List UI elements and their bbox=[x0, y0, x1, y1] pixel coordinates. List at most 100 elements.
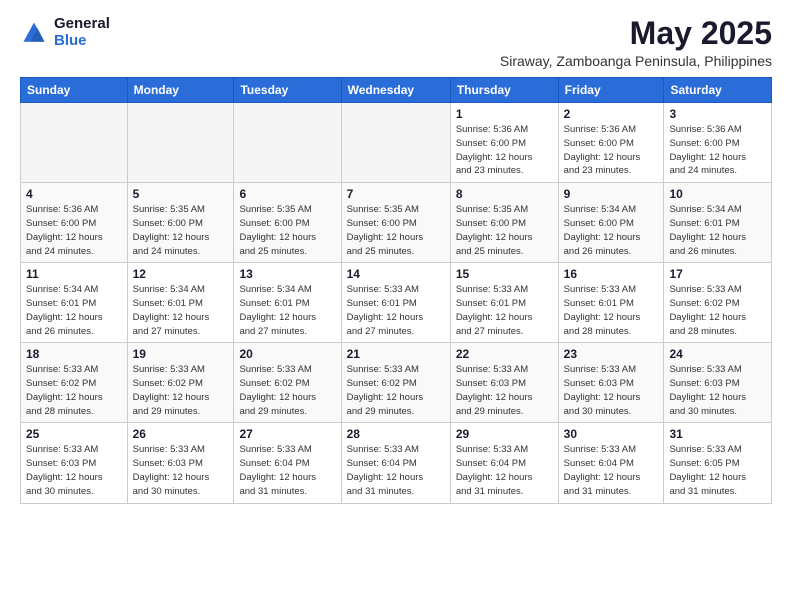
calendar-cell: 7 Sunrise: 5:35 AM Sunset: 6:00 PM Daylig… bbox=[341, 183, 450, 263]
day-info: Sunrise: 5:35 AM Sunset: 6:00 PM Dayligh… bbox=[347, 203, 445, 258]
day-number: 10 bbox=[669, 187, 766, 201]
day-number: 28 bbox=[347, 427, 445, 441]
calendar-cell: 26 Sunrise: 5:33 AM Sunset: 6:03 PM Dayli… bbox=[127, 423, 234, 503]
day-info: Sunrise: 5:33 AM Sunset: 6:03 PM Dayligh… bbox=[26, 443, 122, 498]
calendar: Sunday Monday Tuesday Wednesday Thursday… bbox=[20, 77, 772, 503]
day-number: 17 bbox=[669, 267, 766, 281]
day-info: Sunrise: 5:34 AM Sunset: 6:00 PM Dayligh… bbox=[564, 203, 659, 258]
day-number: 16 bbox=[564, 267, 659, 281]
calendar-week-5: 25Sunrise: 5:33 AM Sunset: 6:03 PM Dayli… bbox=[21, 423, 772, 503]
day-number: 22 bbox=[456, 347, 553, 361]
logo-blue-label: Blue bbox=[54, 33, 110, 50]
col-wednesday: Wednesday bbox=[341, 78, 450, 103]
day-info: Sunrise: 5:36 AM Sunset: 6:00 PM Dayligh… bbox=[456, 123, 553, 178]
day-number: 11 bbox=[26, 267, 122, 281]
day-info: Sunrise: 5:33 AM Sunset: 6:02 PM Dayligh… bbox=[669, 283, 766, 338]
day-info: Sunrise: 5:33 AM Sunset: 6:04 PM Dayligh… bbox=[456, 443, 553, 498]
day-info: Sunrise: 5:34 AM Sunset: 6:01 PM Dayligh… bbox=[669, 203, 766, 258]
calendar-cell: 2 Sunrise: 5:36 AM Sunset: 6:00 PM Daylig… bbox=[558, 103, 664, 183]
day-number: 30 bbox=[564, 427, 659, 441]
day-info: Sunrise: 5:33 AM Sunset: 6:04 PM Dayligh… bbox=[239, 443, 335, 498]
calendar-cell: 18 Sunrise: 5:33 AM Sunset: 6:02 PM Dayli… bbox=[21, 343, 128, 423]
day-number: 15 bbox=[456, 267, 553, 281]
day-number: 26 bbox=[133, 427, 229, 441]
calendar-cell: 31 Sunrise: 5:33 AM Sunset: 6:05 PM Dayli… bbox=[664, 423, 772, 503]
logo-general-label: General bbox=[54, 16, 110, 33]
day-info: Sunrise: 5:36 AM Sunset: 6:00 PM Dayligh… bbox=[26, 203, 122, 258]
calendar-cell: 20Sunrise: 5:33 AM Sunset: 6:02 PM Dayli… bbox=[234, 343, 341, 423]
title-block: May 2025 Siraway, Zamboanga Peninsula, P… bbox=[500, 16, 772, 69]
day-number: 14 bbox=[347, 267, 445, 281]
calendar-cell: 11 Sunrise: 5:34 AM Sunset: 6:01 PM Dayli… bbox=[21, 263, 128, 343]
day-info: Sunrise: 5:33 AM Sunset: 6:04 PM Dayligh… bbox=[564, 443, 659, 498]
day-number: 1 bbox=[456, 107, 553, 121]
calendar-week-4: 18 Sunrise: 5:33 AM Sunset: 6:02 PM Dayli… bbox=[21, 343, 772, 423]
col-tuesday: Tuesday bbox=[234, 78, 341, 103]
day-number: 21 bbox=[347, 347, 445, 361]
col-monday: Monday bbox=[127, 78, 234, 103]
day-info: Sunrise: 5:34 AM Sunset: 6:01 PM Dayligh… bbox=[239, 283, 335, 338]
calendar-cell: 9 Sunrise: 5:34 AM Sunset: 6:00 PM Daylig… bbox=[558, 183, 664, 263]
day-info: Sunrise: 5:33 AM Sunset: 6:03 PM Dayligh… bbox=[564, 363, 659, 418]
day-number: 5 bbox=[133, 187, 229, 201]
day-info: Sunrise: 5:35 AM Sunset: 6:00 PM Dayligh… bbox=[239, 203, 335, 258]
calendar-cell: 8Sunrise: 5:35 AM Sunset: 6:00 PM Daylig… bbox=[450, 183, 558, 263]
day-info: Sunrise: 5:33 AM Sunset: 6:03 PM Dayligh… bbox=[669, 363, 766, 418]
calendar-cell: 12 Sunrise: 5:34 AM Sunset: 6:01 PM Dayli… bbox=[127, 263, 234, 343]
main-title: May 2025 bbox=[500, 16, 772, 51]
calendar-week-1: 1 Sunrise: 5:36 AM Sunset: 6:00 PM Daylig… bbox=[21, 103, 772, 183]
logo: General Blue bbox=[20, 16, 110, 49]
day-number: 20 bbox=[239, 347, 335, 361]
day-info: Sunrise: 5:33 AM Sunset: 6:03 PM Dayligh… bbox=[133, 443, 229, 498]
calendar-cell: 24 Sunrise: 5:33 AM Sunset: 6:03 PM Dayli… bbox=[664, 343, 772, 423]
day-info: Sunrise: 5:33 AM Sunset: 6:03 PM Dayligh… bbox=[456, 363, 553, 418]
day-number: 6 bbox=[239, 187, 335, 201]
day-number: 23 bbox=[564, 347, 659, 361]
calendar-cell: 28 Sunrise: 5:33 AM Sunset: 6:04 PM Dayli… bbox=[341, 423, 450, 503]
day-number: 9 bbox=[564, 187, 659, 201]
calendar-cell: 29Sunrise: 5:33 AM Sunset: 6:04 PM Dayli… bbox=[450, 423, 558, 503]
header: General Blue May 2025 Siraway, Zamboanga… bbox=[20, 16, 772, 69]
day-info: Sunrise: 5:33 AM Sunset: 6:01 PM Dayligh… bbox=[564, 283, 659, 338]
calendar-cell bbox=[21, 103, 128, 183]
day-number: 24 bbox=[669, 347, 766, 361]
page: General Blue May 2025 Siraway, Zamboanga… bbox=[0, 0, 792, 520]
day-info: Sunrise: 5:33 AM Sunset: 6:01 PM Dayligh… bbox=[456, 283, 553, 338]
calendar-cell: 23 Sunrise: 5:33 AM Sunset: 6:03 PM Dayli… bbox=[558, 343, 664, 423]
calendar-cell: 16 Sunrise: 5:33 AM Sunset: 6:01 PM Dayli… bbox=[558, 263, 664, 343]
calendar-cell: 1 Sunrise: 5:36 AM Sunset: 6:00 PM Daylig… bbox=[450, 103, 558, 183]
day-number: 7 bbox=[347, 187, 445, 201]
calendar-cell: 30 Sunrise: 5:33 AM Sunset: 6:04 PM Dayli… bbox=[558, 423, 664, 503]
day-info: Sunrise: 5:36 AM Sunset: 6:00 PM Dayligh… bbox=[669, 123, 766, 178]
day-number: 3 bbox=[669, 107, 766, 121]
calendar-week-2: 4Sunrise: 5:36 AM Sunset: 6:00 PM Daylig… bbox=[21, 183, 772, 263]
day-info: Sunrise: 5:33 AM Sunset: 6:05 PM Dayligh… bbox=[669, 443, 766, 498]
day-info: Sunrise: 5:34 AM Sunset: 6:01 PM Dayligh… bbox=[26, 283, 122, 338]
day-number: 27 bbox=[239, 427, 335, 441]
logo-text: General Blue bbox=[54, 16, 110, 49]
calendar-cell: 21Sunrise: 5:33 AM Sunset: 6:02 PM Dayli… bbox=[341, 343, 450, 423]
day-number: 2 bbox=[564, 107, 659, 121]
calendar-cell bbox=[234, 103, 341, 183]
col-friday: Friday bbox=[558, 78, 664, 103]
col-sunday: Sunday bbox=[21, 78, 128, 103]
day-number: 18 bbox=[26, 347, 122, 361]
calendar-cell: 14Sunrise: 5:33 AM Sunset: 6:01 PM Dayli… bbox=[341, 263, 450, 343]
day-info: Sunrise: 5:33 AM Sunset: 6:04 PM Dayligh… bbox=[347, 443, 445, 498]
day-number: 19 bbox=[133, 347, 229, 361]
day-info: Sunrise: 5:34 AM Sunset: 6:01 PM Dayligh… bbox=[133, 283, 229, 338]
calendar-cell: 5Sunrise: 5:35 AM Sunset: 6:00 PM Daylig… bbox=[127, 183, 234, 263]
day-info: Sunrise: 5:33 AM Sunset: 6:02 PM Dayligh… bbox=[133, 363, 229, 418]
col-saturday: Saturday bbox=[664, 78, 772, 103]
col-thursday: Thursday bbox=[450, 78, 558, 103]
calendar-cell: 19 Sunrise: 5:33 AM Sunset: 6:02 PM Dayli… bbox=[127, 343, 234, 423]
day-info: Sunrise: 5:36 AM Sunset: 6:00 PM Dayligh… bbox=[564, 123, 659, 178]
subtitle: Siraway, Zamboanga Peninsula, Philippine… bbox=[500, 53, 772, 69]
day-number: 12 bbox=[133, 267, 229, 281]
day-number: 31 bbox=[669, 427, 766, 441]
calendar-cell: 6 Sunrise: 5:35 AM Sunset: 6:00 PM Daylig… bbox=[234, 183, 341, 263]
calendar-cell: 15 Sunrise: 5:33 AM Sunset: 6:01 PM Dayli… bbox=[450, 263, 558, 343]
calendar-cell bbox=[127, 103, 234, 183]
day-info: Sunrise: 5:33 AM Sunset: 6:02 PM Dayligh… bbox=[26, 363, 122, 418]
calendar-cell: 27 Sunrise: 5:33 AM Sunset: 6:04 PM Dayli… bbox=[234, 423, 341, 503]
